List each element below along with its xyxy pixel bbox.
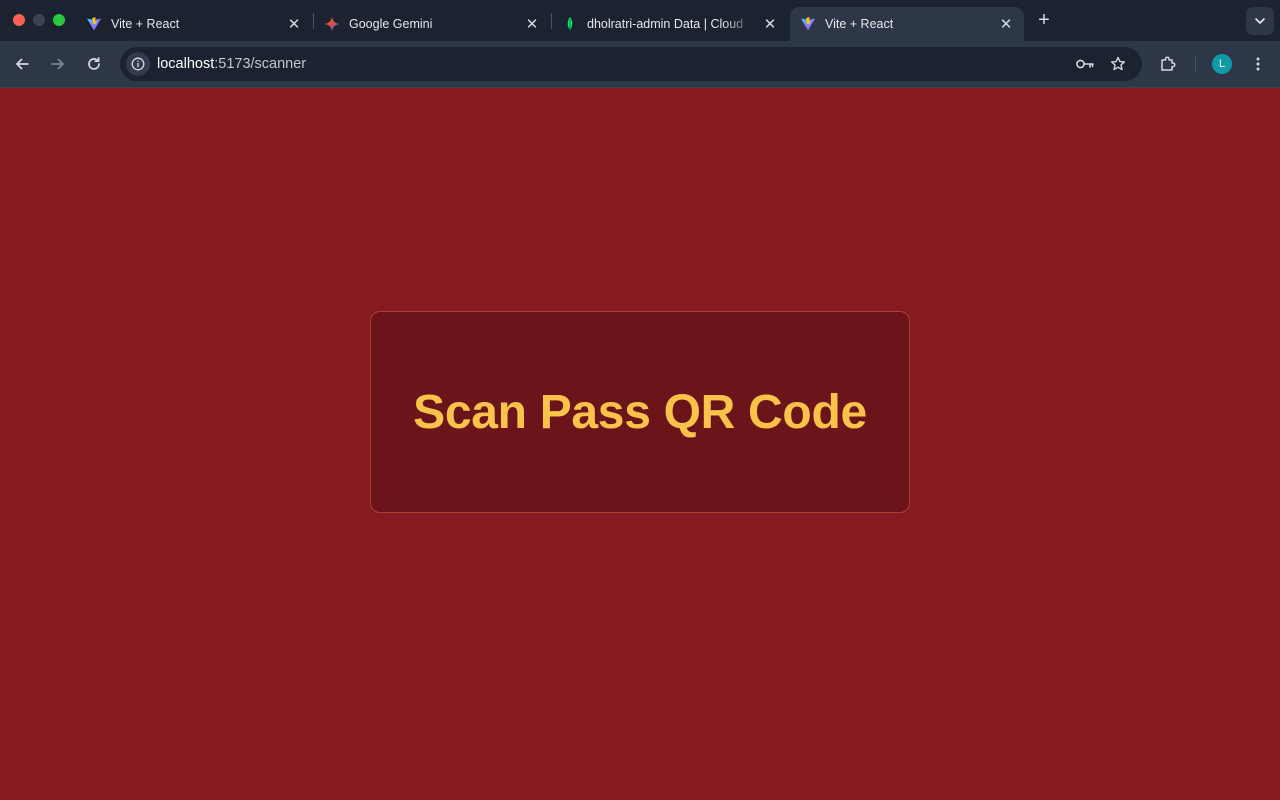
close-tab-icon[interactable]: ✕: [524, 16, 540, 32]
tab-title: Vite + React: [111, 17, 180, 31]
close-tab-icon[interactable]: ✕: [286, 16, 302, 32]
close-tab-icon[interactable]: ✕: [762, 16, 778, 32]
tab-title: dholratri-admin Data | Cloud: [587, 17, 744, 31]
tab-vite-react-1[interactable]: Vite + React ✕: [76, 7, 312, 41]
profile-avatar[interactable]: L: [1212, 54, 1232, 74]
more-vertical-icon: [1256, 57, 1260, 71]
tab-bar: Vite + React ✕ Google Gemini ✕ dholratri…: [0, 0, 1280, 41]
url-text[interactable]: localhost:5173/scanner: [157, 56, 306, 72]
forward-button[interactable]: [47, 53, 69, 75]
tab-vite-react-active[interactable]: Vite + React ✕: [790, 7, 1024, 41]
tab-search-button[interactable]: [1246, 7, 1274, 35]
scan-card: Scan Pass QR Code: [370, 311, 910, 513]
info-icon: [131, 57, 145, 71]
browser-toolbar: localhost:5173/scanner L: [0, 41, 1280, 88]
tab-dholratri-admin[interactable]: dholratri-admin Data | Cloud ✕: [552, 7, 788, 41]
password-manager-button[interactable]: [1075, 54, 1095, 74]
minimize-window-button[interactable]: [33, 14, 45, 26]
arrow-left-icon: [16, 58, 29, 70]
bookmark-button[interactable]: [1108, 54, 1128, 74]
address-bar[interactable]: localhost:5173/scanner: [120, 47, 1142, 81]
close-tab-icon[interactable]: ✕: [998, 16, 1014, 32]
tab-title: Vite + React: [825, 17, 894, 31]
url-host: localhost: [157, 56, 215, 72]
arrow-right-icon: [51, 58, 64, 70]
browser-menu-button[interactable]: [1247, 53, 1269, 75]
close-window-button[interactable]: [13, 14, 25, 26]
star-icon: [1111, 56, 1125, 71]
gemini-sparkle-icon: [324, 16, 340, 32]
tab-title: Google Gemini: [349, 17, 433, 31]
page-title: Scan Pass QR Code: [413, 385, 867, 439]
vite-logo-icon: [801, 17, 815, 31]
scanner-page: Scan Pass QR Code: [0, 88, 1280, 800]
extensions-button[interactable]: [1157, 53, 1179, 75]
url-path: :5173/scanner: [214, 56, 307, 72]
vite-logo-icon: [87, 17, 101, 31]
key-icon: [1076, 59, 1094, 69]
reload-button[interactable]: [83, 53, 105, 75]
tab-google-gemini[interactable]: Google Gemini ✕: [314, 7, 550, 41]
chevron-down-icon: [1255, 18, 1265, 24]
puzzle-piece-icon: [1161, 56, 1176, 71]
reload-icon: [88, 56, 100, 70]
new-tab-button[interactable]: +: [1033, 10, 1055, 32]
back-button[interactable]: [11, 53, 33, 75]
site-info-button[interactable]: [126, 52, 150, 76]
maximize-window-button[interactable]: [53, 14, 65, 26]
mongodb-leaf-icon: [567, 17, 573, 32]
toolbar-divider: [1195, 55, 1196, 73]
